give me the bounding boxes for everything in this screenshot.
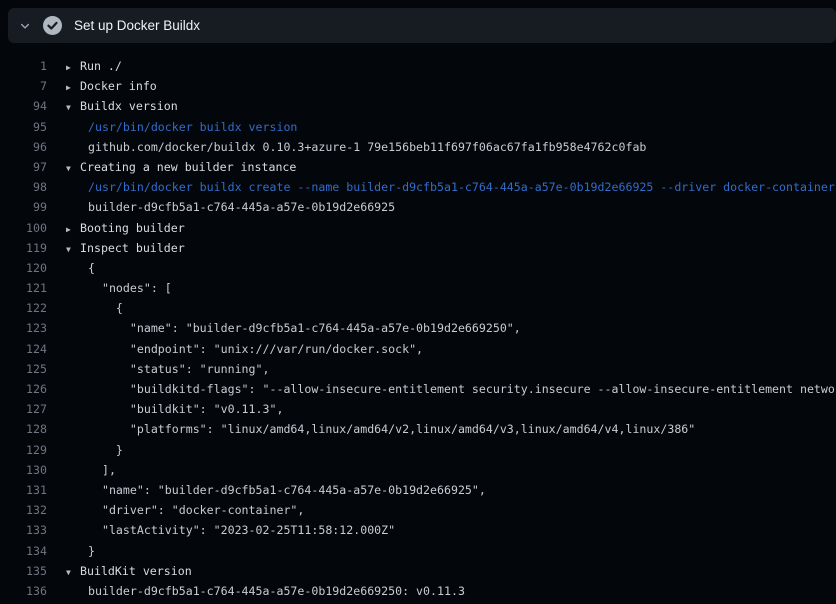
log-line: 131 "name": "builder-d9cfb5a1-c764-445a-…	[0, 480, 836, 500]
line-number[interactable]: 120	[0, 258, 47, 278]
log-output-text: builder-d9cfb5a1-c764-445a-a57e-0b19d2e6…	[88, 581, 465, 601]
log-output-text: {	[88, 298, 123, 318]
line-number[interactable]: 126	[0, 379, 47, 399]
log-output-text: "lastActivity": "2023-02-25T11:58:12.000…	[88, 520, 395, 540]
triangle-right-icon[interactable]: ▶	[66, 220, 80, 240]
line-number[interactable]: 99	[0, 197, 47, 217]
group-title[interactable]: Booting builder	[80, 218, 185, 238]
log-line: 133 "lastActivity": "2023-02-25T11:58:12…	[0, 520, 836, 540]
line-number[interactable]: 94	[0, 96, 47, 116]
log-output-text: "buildkitd-flags": "--allow-insecure-ent…	[88, 379, 836, 399]
step-header[interactable]: Set up Docker Buildx	[8, 8, 836, 43]
group-title[interactable]: Docker info	[80, 76, 157, 96]
log-line: 129 }	[0, 440, 836, 460]
line-number[interactable]: 7	[0, 76, 47, 96]
line-number[interactable]: 123	[0, 318, 47, 338]
log-line: 132 "driver": "docker-container",	[0, 500, 836, 520]
log-line: 122 {	[0, 298, 836, 318]
line-number[interactable]: 131	[0, 480, 47, 500]
log-line: 134}	[0, 541, 836, 561]
log-output-text: github.com/docker/buildx 0.10.3+azure-1 …	[88, 137, 646, 157]
step-title: Set up Docker Buildx	[74, 18, 200, 33]
log-output-text: "buildkit": "v0.11.3",	[88, 399, 283, 419]
group-title[interactable]: Buildx version	[80, 96, 178, 116]
log-command-text: /usr/bin/docker buildx version	[88, 117, 297, 137]
triangle-down-icon[interactable]: ▼	[66, 563, 80, 583]
line-number[interactable]: 134	[0, 541, 47, 561]
log-lines: 1▶Run ./7▶Docker info94▼Buildx version95…	[0, 43, 836, 604]
line-number[interactable]: 128	[0, 419, 47, 439]
triangle-down-icon[interactable]: ▼	[66, 159, 80, 179]
line-number[interactable]: 124	[0, 339, 47, 359]
line-number[interactable]: 121	[0, 278, 47, 298]
log-output-text: }	[88, 541, 95, 561]
line-number[interactable]: 97	[0, 157, 47, 177]
log-line: 125 "status": "running",	[0, 359, 836, 379]
log-line: 119 ▼Inspect builder	[0, 238, 836, 258]
line-number[interactable]: 122	[0, 298, 47, 318]
line-number[interactable]: 133	[0, 520, 47, 540]
line-number[interactable]: 95	[0, 117, 47, 137]
log-line: 1 ▶Run ./	[0, 56, 836, 76]
line-number[interactable]: 132	[0, 500, 47, 520]
log-output-text: ],	[88, 460, 116, 480]
triangle-down-icon[interactable]: ▼	[66, 98, 80, 118]
log-line: 94 ▼Buildx version	[0, 96, 836, 116]
line-number[interactable]: 125	[0, 359, 47, 379]
check-circle-icon	[42, 16, 62, 36]
log-line: 127 "buildkit": "v0.11.3",	[0, 399, 836, 419]
log-line: 99 builder-d9cfb5a1-c764-445a-a57e-0b19d2…	[0, 197, 836, 217]
log-line: 123 "name": "builder-d9cfb5a1-c764-445a-…	[0, 318, 836, 338]
log-line: 136 builder-d9cfb5a1-c764-445a-a57e-0b19d…	[0, 581, 836, 601]
triangle-right-icon[interactable]: ▶	[66, 58, 80, 78]
log-command-text: /usr/bin/docker buildx create --name bui…	[88, 177, 835, 197]
log-line: 96 github.com/docker/buildx 0.10.3+azure-…	[0, 137, 836, 157]
line-number[interactable]: 96	[0, 137, 47, 157]
log-line: 126 "buildkitd-flags": "--allow-insecure…	[0, 379, 836, 399]
line-number[interactable]: 127	[0, 399, 47, 419]
line-number[interactable]: 1	[0, 56, 47, 76]
line-number[interactable]: 130	[0, 460, 47, 480]
line-number[interactable]: 135	[0, 561, 47, 581]
log-output-text: "status": "running",	[88, 359, 269, 379]
log-line: 120 {	[0, 258, 836, 278]
log-line: 97 ▼Creating a new builder instance	[0, 157, 836, 177]
group-title[interactable]: Inspect builder	[80, 238, 185, 258]
group-title[interactable]: Run ./	[80, 56, 122, 76]
line-number[interactable]: 129	[0, 440, 47, 460]
log-output-text: "name": "builder-d9cfb5a1-c764-445a-a57e…	[88, 480, 486, 500]
log-line: 100 ▶Booting builder	[0, 218, 836, 238]
group-title[interactable]: Creating a new builder instance	[80, 157, 296, 177]
log-output-text: }	[88, 440, 123, 460]
line-number[interactable]: 98	[0, 177, 47, 197]
log-output-text: "endpoint": "unix:///var/run/docker.sock…	[88, 339, 423, 359]
log-output-text: "platforms": "linux/amd64,linux/amd64/v2…	[88, 419, 695, 439]
chevron-down-icon[interactable]	[8, 20, 42, 32]
log-line: 128 "platforms": "linux/amd64,linux/amd6…	[0, 419, 836, 439]
log-output-text: builder-d9cfb5a1-c764-445a-a57e-0b19d2e6…	[88, 197, 395, 217]
log-output-text: "name": "builder-d9cfb5a1-c764-445a-a57e…	[88, 318, 521, 338]
triangle-right-icon[interactable]: ▶	[66, 78, 80, 98]
log-line: 130 ],	[0, 460, 836, 480]
log-line: 7 ▶Docker info	[0, 76, 836, 96]
line-number[interactable]: 100	[0, 218, 47, 238]
log-output-text: {	[88, 258, 95, 278]
log-output-text: "nodes": [	[88, 278, 172, 298]
group-title[interactable]: BuildKit version	[80, 561, 192, 581]
log-line: 124 "endpoint": "unix:///var/run/docker.…	[0, 339, 836, 359]
log-output-text: "driver": "docker-container",	[88, 500, 304, 520]
line-number[interactable]: 136	[0, 581, 47, 601]
log-line: 135 ▼BuildKit version	[0, 561, 836, 581]
log-line: 98/usr/bin/docker buildx create --name b…	[0, 177, 836, 197]
log-line: 121 "nodes": [	[0, 278, 836, 298]
triangle-down-icon[interactable]: ▼	[66, 240, 80, 260]
log-line: 95/usr/bin/docker buildx version	[0, 117, 836, 137]
line-number[interactable]: 119	[0, 238, 47, 258]
